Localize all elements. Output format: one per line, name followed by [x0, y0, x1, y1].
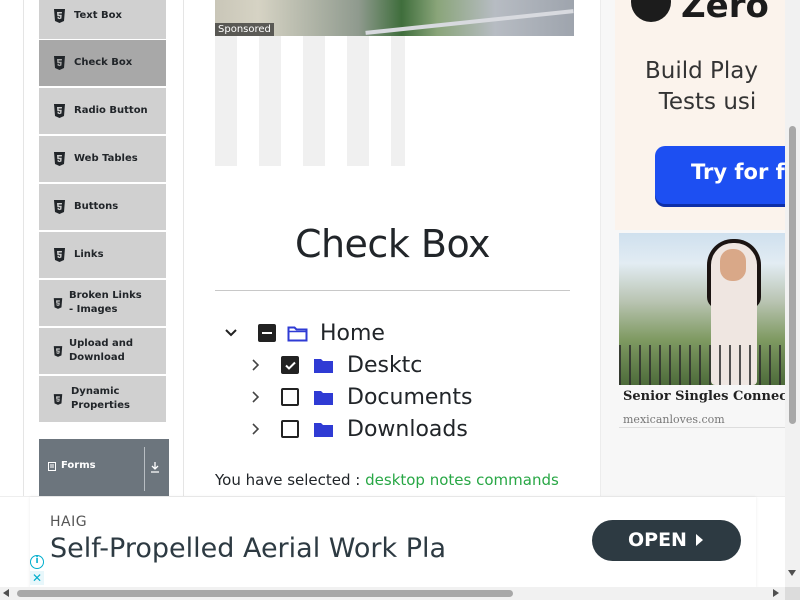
chevron-right-icon[interactable]: [249, 358, 263, 372]
zero-headline-line1: Build Play: [645, 58, 759, 84]
sidebar-item-broken-links[interactable]: Broken Links - Images: [39, 279, 166, 326]
folder-icon: [314, 422, 333, 437]
horizontal-scroll-thumb[interactable]: [17, 590, 513, 597]
singles-ad-title[interactable]: Senior Singles Connection: [623, 389, 800, 404]
checkbox-unchecked[interactable]: [281, 388, 299, 406]
singles-ad-domain: mexicanloves.com: [623, 413, 725, 426]
banner-headline: Self-Propelled Aerial Work Pla: [50, 533, 447, 564]
scroll-right-arrow-icon[interactable]: [773, 589, 779, 597]
tree-node-desktop: Desktc: [249, 350, 422, 380]
html5-icon: [53, 393, 63, 405]
sponsored-image[interactable]: Sponsored: [215, 0, 574, 36]
tree-node-label[interactable]: Documents: [347, 385, 472, 410]
banner-brand: HAIG: [50, 514, 88, 530]
html5-icon: [54, 152, 65, 166]
html5-icon: [53, 297, 63, 309]
tree-node-label[interactable]: Desktc: [347, 353, 422, 378]
vertical-scroll-thumb[interactable]: [789, 126, 796, 424]
check-icon: [285, 361, 296, 370]
horizontal-scrollbar[interactable]: [0, 587, 785, 600]
chevron-right-icon[interactable]: [249, 422, 263, 436]
scroll-left-arrow-icon[interactable]: [3, 589, 9, 597]
folder-open-icon: [287, 326, 308, 341]
page: Text Box Check Box Radio Button Web Tabl…: [0, 0, 800, 600]
sidebar-item-label: Broken Links - Images: [69, 290, 142, 315]
vertical-scrollbar[interactable]: [785, 0, 800, 587]
sidebar-item-label: Radio Button: [74, 105, 148, 116]
open-button-label: OPEN: [628, 529, 687, 551]
title-divider: [215, 290, 570, 291]
banner-content[interactable]: HAIG Self-Propelled Aerial Work Pla OPEN: [30, 497, 756, 588]
selection-result: You have selected : desktop notes comman…: [215, 471, 559, 489]
sidebar-item-check-box[interactable]: Check Box: [39, 39, 166, 86]
sidebar-item-label: Links: [74, 249, 104, 260]
sidebar-item-label: Buttons: [74, 201, 119, 212]
page-title: Check Box: [294, 222, 491, 266]
tree-node-label[interactable]: Home: [320, 321, 385, 346]
play-arrow-icon: [696, 534, 703, 546]
html5-icon: [54, 8, 65, 23]
face-shape: [720, 249, 746, 281]
tree-node-documents: Documents: [249, 382, 472, 412]
html5-icon: [54, 56, 65, 70]
open-button[interactable]: OPEN: [592, 520, 741, 561]
html5-icon: [54, 248, 65, 262]
checkbox-checked[interactable]: [281, 356, 299, 374]
sidebar-item-radio-button[interactable]: Radio Button: [39, 87, 166, 134]
bottom-banner-ad: HAIG Self-Propelled Aerial Work Pla OPEN…: [0, 496, 785, 588]
sponsored-tag: Sponsored: [215, 23, 274, 36]
balcony-railing: [619, 345, 785, 385]
sidebar-item-web-tables[interactable]: Web Tables: [39, 135, 166, 182]
download-arrow-icon[interactable]: [150, 461, 160, 473]
sidebar-group-forms[interactable]: Forms: [39, 439, 169, 497]
adchoices-info-icon[interactable]: i: [30, 555, 44, 569]
sidebar-item-upload-download[interactable]: Upload and Download: [39, 327, 166, 374]
checkbox-unchecked[interactable]: [281, 420, 299, 438]
html5-icon: [53, 345, 63, 357]
sidebar-item-links[interactable]: Links: [39, 231, 166, 278]
selection-prefix: You have selected :: [215, 471, 361, 489]
sidebar-item-dynamic-properties[interactable]: Dynamic Properties: [39, 375, 166, 422]
sidebar-item-buttons[interactable]: Buttons: [39, 183, 166, 230]
sidebar-item-label: Text Box: [74, 9, 122, 21]
chevron-right-icon[interactable]: [249, 390, 263, 404]
tree-node-downloads: Downloads: [249, 414, 468, 444]
ad-divider: [619, 427, 785, 428]
chevron-down-icon[interactable]: [224, 326, 238, 340]
html5-icon: [54, 104, 65, 118]
close-ad-icon[interactable]: ✕: [30, 571, 44, 585]
sidebar-item-text-box[interactable]: Text Box: [39, 0, 166, 39]
sidebar-item-label: Check Box: [74, 57, 133, 68]
sidebar-item-label: Dynamic Properties: [71, 386, 130, 411]
group-divider: [144, 447, 145, 491]
sidebar-border: [183, 0, 184, 526]
scrollbar-corner: [785, 587, 800, 600]
tree-node-home: Home: [224, 318, 385, 348]
singles-ad-image[interactable]: [619, 233, 785, 385]
selection-values: desktop notes commands: [365, 471, 559, 489]
tree-node-label[interactable]: Downloads: [347, 417, 468, 442]
ad-placeholder: [215, 36, 405, 166]
sidebar-item-label: Upload and Download: [69, 338, 133, 363]
checkbox-indeterminate[interactable]: [258, 324, 276, 342]
folder-icon: [314, 390, 333, 405]
left-border: [23, 0, 24, 526]
html5-icon: [54, 200, 65, 214]
scroll-down-arrow-icon[interactable]: [788, 570, 796, 576]
zero-logo-icon: [631, 0, 671, 22]
guardrail: [365, 9, 574, 35]
zero-headline-line2: Tests usi: [658, 89, 757, 115]
form-icon: [48, 462, 56, 471]
zero-ad[interactable]: Zero Build Play Tests usi Try for fr: [615, 0, 788, 230]
sidebar-item-label: Web Tables: [74, 153, 138, 164]
group-label: Forms: [61, 460, 96, 471]
zero-cta-button[interactable]: Try for fr: [655, 146, 788, 204]
zero-brand: Zero: [681, 0, 769, 26]
zero-headline: Build Play Tests usi: [645, 56, 758, 118]
folder-icon: [314, 358, 333, 373]
